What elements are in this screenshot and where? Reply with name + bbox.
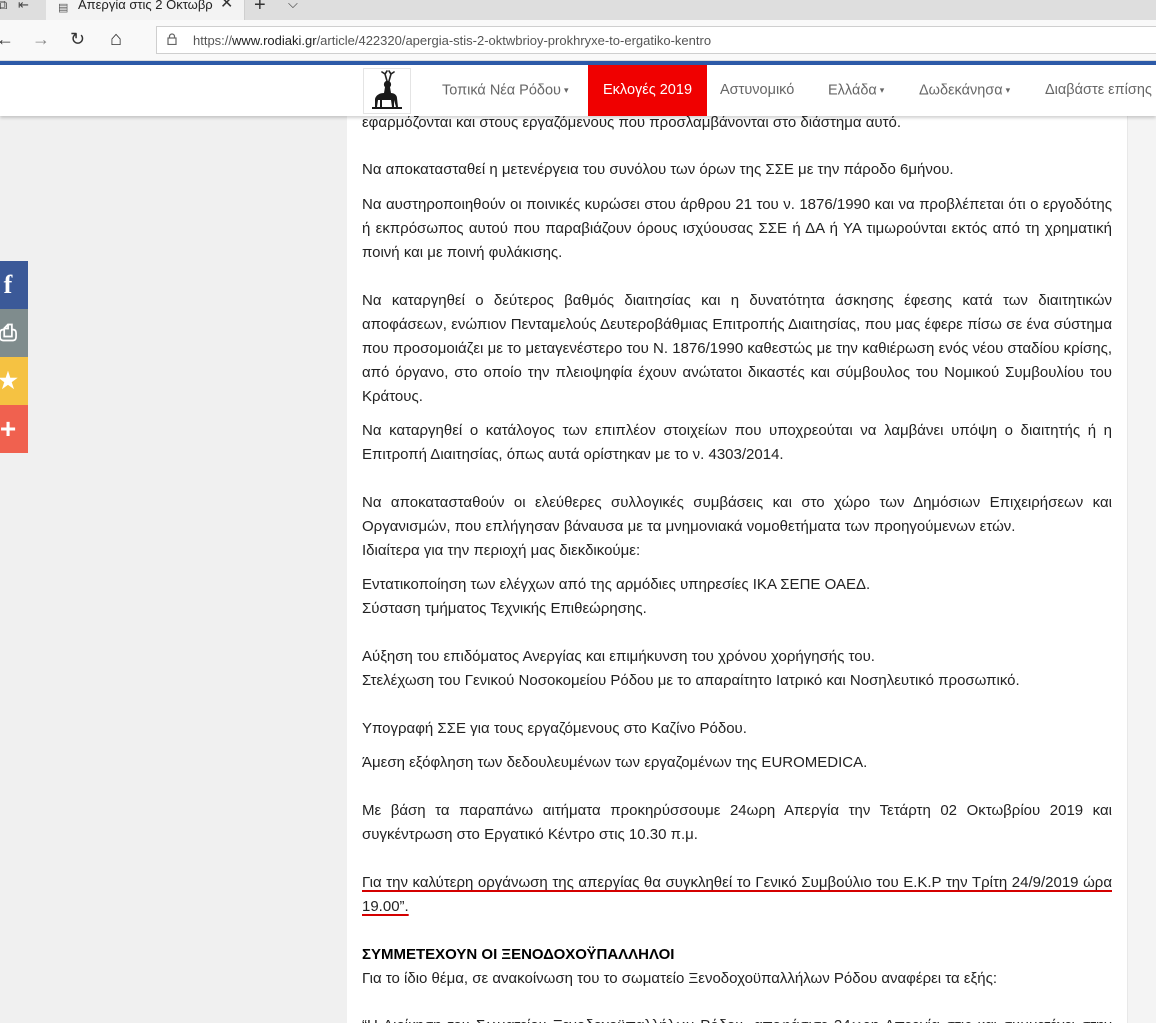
print-button[interactable]: ⎙ [0,309,28,357]
nav-label: Ελλάδα [828,82,877,99]
facebook-icon: f [3,270,13,299]
lock-icon [167,33,177,45]
url-bar[interactable]: https://www.rodiaki.gr/article/422320/ap… [156,26,1156,54]
article-paragraph: Να καταργηθεί ο κατάλογος των επιπλέον σ… [362,422,1112,463]
tab-actions-icon[interactable]: ⧉ [0,0,7,13]
chevron-down-icon[interactable]: ⌵ [288,0,298,12]
highlighted-paragraph: Για την καλύτερη οργάνωση της απεργίας θ… [362,874,1112,915]
nav-label: Αστυνομικό [720,82,795,98]
print-icon: ⎙ [0,320,17,345]
browser-tab-bar: ⧉ ⇤ ▤ Απεργία στις 2 Οκτωβρ ✕ + ⌵ [0,0,1156,20]
url-prefix: https:// [193,33,233,48]
article-paragraph: Ιδιαίτερα για την περιοχή μας διεκδικούμ… [362,542,641,559]
site-navigation: Τοπικά Νέα Ρόδου ▾ Εκλογές 2019 Αστυνομικ… [0,65,1156,116]
article-subheading: ΣΥΜΜΕΤΕΧΟΥΝ ΟΙ ΞΕΝΟΔΟΧΟΫΠΑΛΛΗΛΟΙ [362,946,675,963]
article-paragraph: Να καταργηθεί ο δεύτερος βαθμός διαιτησί… [362,292,1112,405]
url-path: /article/422320/apergia-stis-2-oktwbrioy… [316,33,712,48]
reload-button[interactable]: ↻ [70,29,85,49]
nav-label: Διαβάστε επίσης [1045,82,1152,98]
nav-label: Τοπικά Νέα Ρόδου [442,82,561,99]
article-paragraph: Να αποκατασταθούν οι ελεύθερες συλλογικέ… [362,494,1112,535]
tab-title: Απεργία στις 2 Οκτωβρ [78,0,213,12]
home-button[interactable]: ⌂ [110,29,122,49]
article-paragraph: “Η Διοίκηση του Σωματείου Ξενοδοχοϋπαλλή… [362,1014,1112,1023]
address-toolbar: ← → ↻ ⌂ https://www.rodiaki.gr/article/4… [0,20,1156,61]
nav-item-greece[interactable]: Ελλάδα ▾ [828,65,884,116]
plus-icon: + [0,413,17,444]
article-paragraph: εφαρμόζονται και στους εργαζόμενους που … [362,116,902,131]
article-paragraph: Σύσταση τμήματος Τεχνικής Επιθεώρησης. [362,600,647,617]
article-paragraph: Με βάση τα παραπάνω αιτήματα προκηρύσσου… [362,802,1112,843]
new-tab-button[interactable]: + [254,0,266,17]
article-paragraph: Να αποκατασταθεί η μετενέργεια του συνόλ… [362,161,954,178]
article-paragraph: Για το ίδιο θέμα, σε ανακοίνωση του το σ… [362,970,997,987]
nav-label: Εκλογές 2019 [603,82,693,98]
close-tab-icon[interactable]: ✕ [220,0,233,12]
article-body: εφαρμόζονται και στους εργαζόμενους που … [347,116,1127,1023]
url-domain: www.rodiaki.gr [232,33,317,48]
star-icon: ★ [0,368,18,393]
left-gutter [0,116,347,1023]
article-paragraph: Να αυστηροποιηθούν οι ποινικές κυρώσει σ… [362,196,1112,261]
caret-down-icon: ▾ [879,85,885,95]
nav-item-elections-2019[interactable]: Εκλογές 2019 [588,65,708,116]
article-paragraph: Αύξηση του επιδόματος Ανεργίας και επιμή… [362,648,875,665]
right-gutter [1127,116,1156,1023]
favorite-button[interactable]: ★ [0,357,28,405]
nav-item-read-also[interactable]: Διαβάστε επίσης [1045,65,1152,116]
article-paragraph: Υπογραφή ΣΣΕ για τους εργαζόμενους στο Κ… [362,720,747,737]
facebook-share-button[interactable]: f [0,261,28,309]
nav-label: Δωδεκάνησα [919,82,1003,99]
nav-item-police[interactable]: Αστυνομικό [720,65,794,116]
nav-item-local-news[interactable]: Τοπικά Νέα Ρόδου ▾ [442,65,569,116]
article-paragraph: Άμεση εξόφληση των δεδουλευμένων των εργ… [362,754,868,771]
browser-tab[interactable]: ▤ Απεργία στις 2 Οκτωβρ ✕ [46,0,245,20]
caret-down-icon: ▾ [1005,85,1011,95]
article-paragraph: Στελέχωση του Γενικού Νοσοκομείου Ρόδου … [362,672,1020,689]
article-paragraph: Εντατικοποίηση των ελέγχων από της αρμόδ… [362,576,871,593]
tab-aside-icon[interactable]: ⇤ [18,0,29,13]
more-share-button[interactable]: + [0,405,28,453]
site-logo[interactable] [363,68,411,114]
forward-button[interactable]: → [32,29,50,49]
back-button[interactable]: ← [0,29,14,49]
page-favicon-icon: ▤ [58,2,69,14]
url-text: https://www.rodiaki.gr/article/422320/ap… [193,33,711,48]
nav-item-dodecanese[interactable]: Δωδεκάνησα ▾ [919,65,1010,116]
deer-logo-icon [372,70,402,109]
caret-down-icon: ▾ [563,85,569,95]
